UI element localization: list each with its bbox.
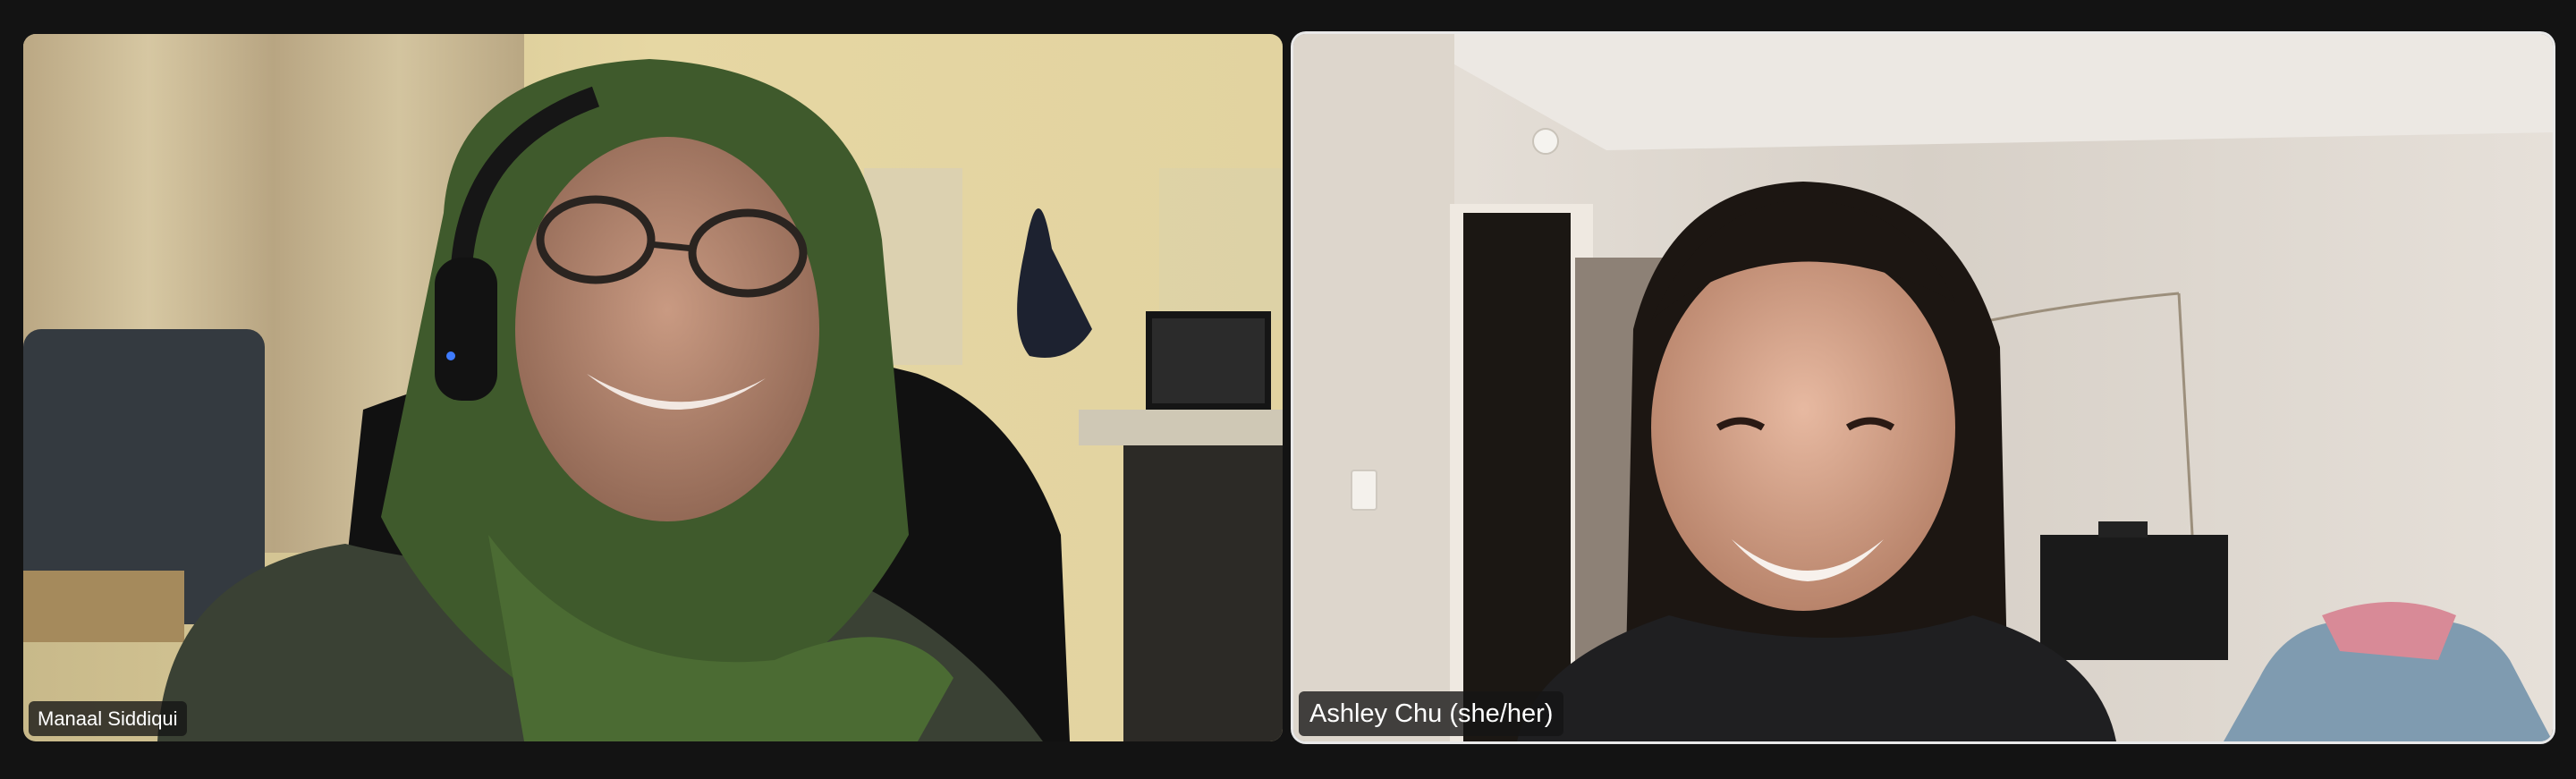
participant-video-feed xyxy=(1293,34,2553,741)
participant-tile-ashley[interactable]: Ashley Chu (she/her) xyxy=(1293,34,2553,741)
video-call-gallery: Manaal Siddiqui Ashley Chu (she/her) xyxy=(0,0,2576,779)
participant-name-tag: Manaal Siddiqui xyxy=(29,701,187,736)
participant-name-tag: Ashley Chu (she/her) xyxy=(1299,691,1564,736)
participant-tile-manaal[interactable]: Manaal Siddiqui xyxy=(23,34,1283,741)
participant-video-feed xyxy=(23,34,1283,741)
